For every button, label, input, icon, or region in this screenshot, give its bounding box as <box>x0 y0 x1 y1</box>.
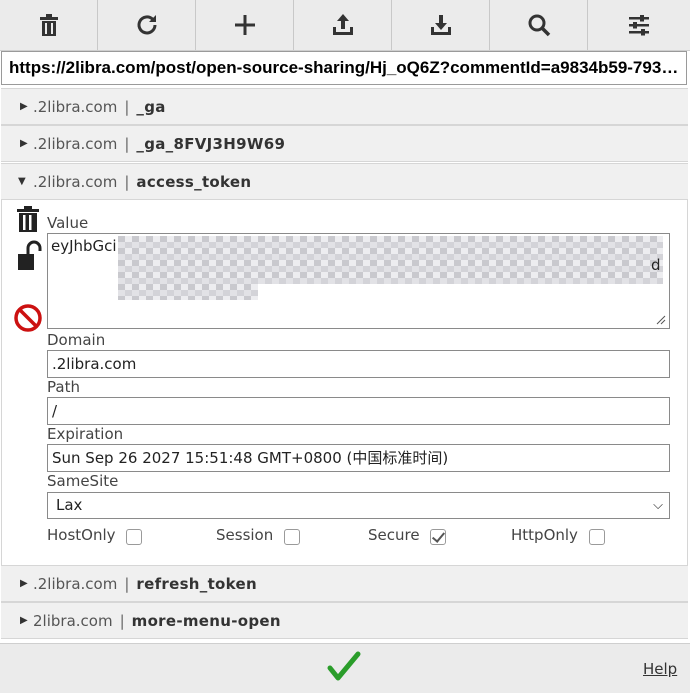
block-icon[interactable] <box>13 303 43 333</box>
cookie-domain: .2libra.com <box>33 135 118 153</box>
plus-icon <box>234 15 255 35</box>
hostonly-checkbox[interactable] <box>126 529 142 545</box>
redacted-value-mosaic <box>118 236 663 300</box>
trash-icon <box>39 14 58 36</box>
samesite-label: SameSite <box>47 472 119 490</box>
delete-all-button[interactable] <box>0 0 98 50</box>
separator: | <box>124 98 130 116</box>
refresh-icon <box>137 15 156 35</box>
samesite-select[interactable]: Lax ⌵ <box>47 492 670 519</box>
cookie-row[interactable]: ▶ .2libra.com | refresh_token <box>1 565 688 602</box>
search-icon <box>528 14 550 37</box>
refresh-button[interactable] <box>98 0 196 50</box>
cookie-name: _ga_8FVJ3H9W69 <box>136 135 286 153</box>
cookie-domain: .2libra.com <box>33 173 118 191</box>
separator: | <box>124 135 130 153</box>
cookie-detail-panel: Value eyJhbGci d Domain .2libra.com Path… <box>1 200 688 565</box>
expand-arrow-icon: ▶ <box>20 615 28 626</box>
url-input[interactable]: https://2libra.com/post/open-source-shar… <box>1 51 687 85</box>
cookie-domain: 2libra.com <box>33 612 113 630</box>
cookie-row-expanded[interactable]: ▼ .2libra.com | access_token <box>1 163 688 200</box>
download-icon <box>430 15 451 35</box>
value-label: Value <box>47 214 89 232</box>
session-label: Session <box>216 526 274 544</box>
httponly-label: HttpOnly <box>511 526 578 544</box>
expand-arrow-icon: ▶ <box>20 578 28 589</box>
search-button[interactable] <box>490 0 588 50</box>
expand-arrow-icon: ▶ <box>20 138 28 149</box>
cookie-domain: .2libra.com <box>33 98 118 116</box>
cookie-row[interactable]: ▶ 2libra.com | more-menu-open <box>1 602 688 639</box>
cookie-domain: .2libra.com <box>33 575 118 593</box>
collapse-arrow-icon: ▼ <box>18 176 26 187</box>
sliders-icon <box>629 15 649 36</box>
upload-icon <box>332 14 353 35</box>
unlock-icon[interactable] <box>16 240 42 272</box>
chevron-down-icon: ⌵ <box>653 498 663 513</box>
secure-label: Secure <box>368 526 420 544</box>
secure-checkbox[interactable] <box>430 529 446 545</box>
options-button[interactable] <box>588 0 690 50</box>
expiration-label: Expiration <box>47 425 124 443</box>
path-label: Path <box>47 378 80 396</box>
cookie-row[interactable]: ▶ .2libra.com | _ga <box>1 88 688 125</box>
path-input[interactable]: / <box>47 397 670 425</box>
value-textarea[interactable]: eyJhbGci d <box>47 233 670 329</box>
export-button[interactable] <box>392 0 490 50</box>
cookie-name: _ga <box>136 98 166 116</box>
separator: | <box>119 612 125 630</box>
hostonly-label: HostOnly <box>47 526 116 544</box>
cookie-name: more-menu-open <box>131 612 281 630</box>
separator: | <box>124 173 130 191</box>
expand-arrow-icon: ▶ <box>20 101 28 112</box>
delete-cookie-icon[interactable] <box>15 205 41 233</box>
cookie-name: refresh_token <box>136 575 257 593</box>
httponly-checkbox[interactable] <box>589 529 605 545</box>
session-checkbox[interactable] <box>284 529 300 545</box>
expiration-input[interactable]: Sun Sep 26 2027 15:51:48 GMT+0800 (中国标准时… <box>47 444 670 472</box>
import-button[interactable] <box>294 0 392 50</box>
resize-handle-icon[interactable] <box>656 315 666 325</box>
toolbar <box>0 0 690 51</box>
separator: | <box>124 575 130 593</box>
cookie-row[interactable]: ▶ .2libra.com | _ga_8FVJ3H9W69 <box>1 125 688 162</box>
help-link[interactable]: Help <box>643 660 677 678</box>
value-text: eyJhbGci <box>51 237 117 255</box>
add-cookie-button[interactable] <box>196 0 294 50</box>
domain-input[interactable]: .2libra.com <box>47 350 670 378</box>
domain-label: Domain <box>47 331 106 349</box>
value-tail-text: d <box>651 256 661 274</box>
footer-bar: Help <box>0 643 690 693</box>
checkmark-save-icon[interactable] <box>326 649 362 685</box>
cookie-name: access_token <box>136 173 252 191</box>
samesite-value: Lax <box>56 496 83 514</box>
